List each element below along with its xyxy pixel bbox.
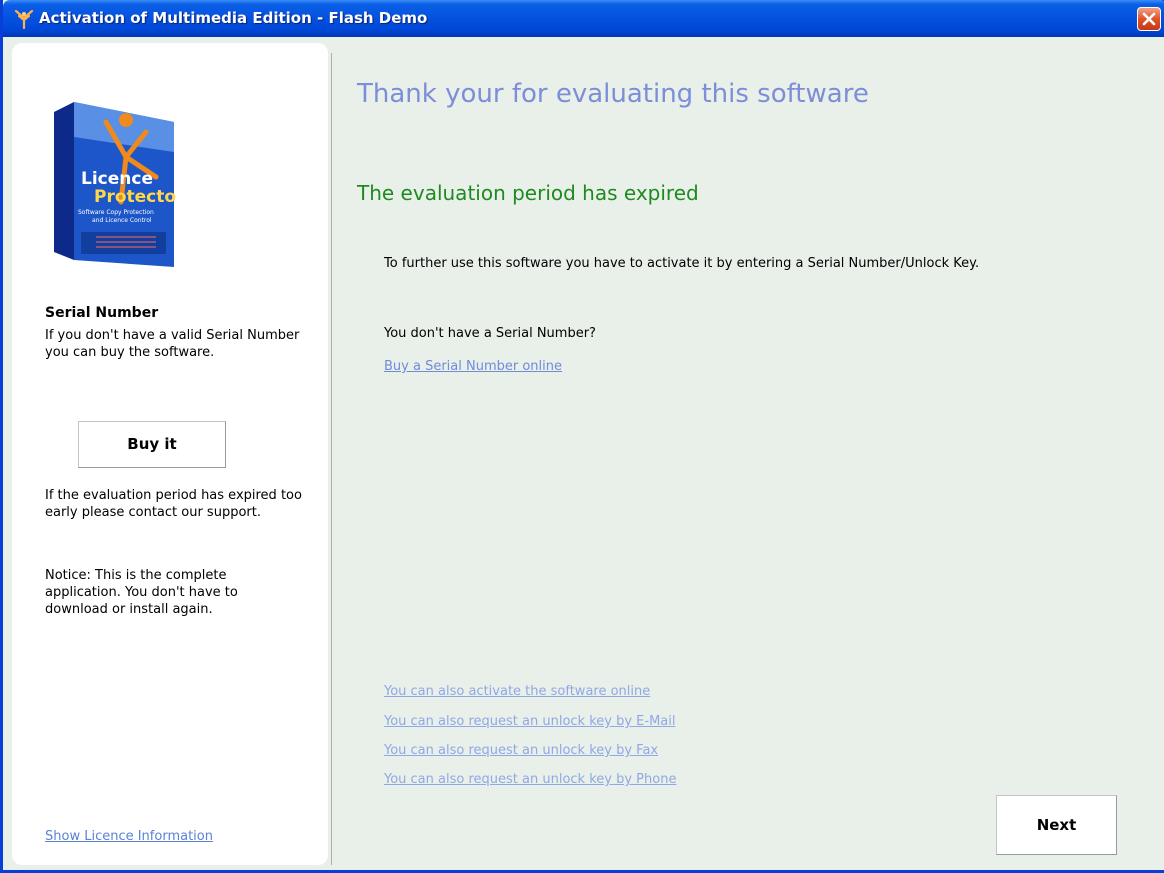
panel-divider bbox=[331, 53, 332, 865]
request-key-email-link[interactable]: You can also request an unlock key by E-… bbox=[384, 714, 675, 729]
product-box-image: Licence Protector Software Copy Protecti… bbox=[54, 102, 176, 267]
next-button[interactable]: Next bbox=[996, 795, 1117, 855]
app-icon bbox=[14, 9, 34, 30]
support-text: If the evaluation period has expired too… bbox=[45, 488, 302, 520]
request-key-phone-link[interactable]: You can also request an unlock key by Ph… bbox=[384, 772, 676, 787]
serial-number-heading: Serial Number bbox=[45, 305, 159, 321]
buy-it-button[interactable]: Buy it bbox=[78, 421, 226, 468]
client-area: Licence Protector Software Copy Protecti… bbox=[6, 37, 1164, 870]
box-subtitle-1: Software Copy Protection bbox=[78, 209, 154, 216]
box-subtitle-2: and Licence Control bbox=[92, 217, 152, 224]
box-title-2: Protector bbox=[94, 187, 176, 207]
buy-serial-online-link[interactable]: Buy a Serial Number online bbox=[384, 359, 562, 374]
page-title: Thank your for evaluating this software bbox=[357, 79, 869, 109]
title-bar[interactable]: Activation of Multimedia Edition - Flash… bbox=[3, 0, 1164, 37]
close-button[interactable] bbox=[1137, 7, 1161, 31]
expired-heading: The evaluation period has expired bbox=[357, 181, 699, 205]
activation-window: Activation of Multimedia Edition - Flash… bbox=[0, 0, 1164, 873]
box-title-1: Licence bbox=[81, 169, 153, 189]
notice-text: Notice: This is the complete application… bbox=[45, 568, 238, 617]
request-key-fax-link[interactable]: You can also request an unlock key by Fa… bbox=[384, 743, 658, 758]
show-licence-information-link[interactable]: Show Licence Information bbox=[45, 829, 213, 844]
close-icon bbox=[1142, 12, 1156, 26]
activate-online-link[interactable]: You can also activate the software onlin… bbox=[384, 684, 650, 699]
activation-instruction: To further use this software you have to… bbox=[384, 256, 980, 271]
window-title: Activation of Multimedia Edition - Flash… bbox=[39, 9, 428, 27]
no-serial-question: You don't have a Serial Number? bbox=[384, 326, 596, 341]
serial-number-intro: If you don't have a valid Serial Number … bbox=[45, 328, 300, 360]
